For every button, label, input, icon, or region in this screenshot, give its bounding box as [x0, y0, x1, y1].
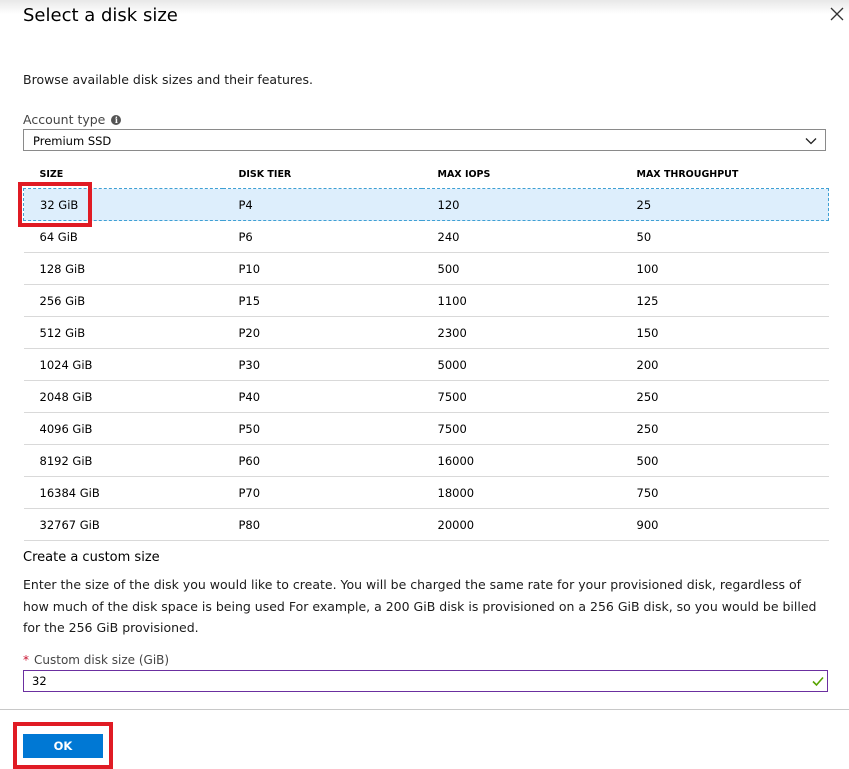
cell-disk-tier: P70 — [222, 476, 422, 509]
cell-size: 2048 GiB — [23, 380, 223, 413]
column-header-max-throughput: MAX THROUGHPUT — [636, 169, 739, 180]
cell-max-throughput: 100 — [620, 252, 829, 285]
table-row[interactable]: 1024 GiB P30 5000 200 — [23, 348, 829, 381]
column-header-size: SIZE — [39, 169, 64, 180]
account-type-select[interactable]: Premium SSD — [23, 129, 826, 151]
cell-size: 16384 GiB — [23, 476, 223, 509]
custom-disk-size-input[interactable] — [23, 670, 828, 692]
table-row[interactable]: 2048 GiB P40 7500 250 — [23, 380, 829, 413]
custom-disk-size-label: * Custom disk size (GiB) — [23, 653, 169, 667]
table-header-row: SIZE DISK TIER MAX IOPS MAX THROUGHPUT — [24, 161, 829, 189]
checkmark-icon — [812, 676, 824, 687]
cell-disk-tier: P4 — [222, 188, 422, 221]
account-type-label: Account type i — [23, 112, 122, 127]
account-type-value: Premium SSD — [33, 134, 112, 148]
cell-size: 64 GiB — [23, 220, 223, 253]
table-row[interactable]: 32 GiB P4 120 25 — [23, 188, 829, 221]
cell-size: 256 GiB — [23, 284, 223, 317]
dialog-title: Select a disk size — [23, 5, 178, 26]
cell-max-iops: 120 — [421, 188, 621, 221]
cell-max-iops: 2300 — [421, 316, 621, 349]
cell-max-iops: 20000 — [421, 508, 621, 541]
cell-disk-tier: P20 — [222, 316, 422, 349]
cell-max-throughput: 50 — [620, 220, 829, 253]
cell-size: 8192 GiB — [23, 444, 223, 477]
account-type-label-text: Account type — [23, 112, 106, 127]
cell-max-iops: 18000 — [421, 476, 621, 509]
cell-max-throughput: 200 — [620, 348, 829, 381]
dialog-description: Browse available disk sizes and their fe… — [23, 72, 313, 87]
cell-disk-tier: P6 — [222, 220, 422, 253]
cell-max-throughput: 150 — [620, 316, 829, 349]
cell-max-throughput: 125 — [620, 284, 829, 317]
custom-disk-size-label-text: Custom disk size (GiB) — [34, 653, 170, 667]
info-icon[interactable]: i — [111, 114, 122, 125]
custom-size-title: Create a custom size — [23, 550, 160, 565]
close-icon[interactable] — [829, 6, 845, 22]
cell-size: 32767 GiB — [23, 508, 223, 541]
footer-divider — [0, 709, 849, 710]
table-row[interactable]: 256 GiB P15 1100 125 — [23, 284, 829, 317]
column-header-disk-tier: DISK TIER — [238, 169, 292, 180]
column-header-max-iops: MAX IOPS — [437, 169, 491, 180]
cell-max-throughput: 750 — [620, 476, 829, 509]
table-row[interactable]: 128 GiB P10 500 100 — [23, 252, 829, 285]
table-row[interactable]: 8192 GiB P60 16000 500 — [23, 444, 829, 477]
cell-max-iops: 5000 — [421, 348, 621, 381]
cell-disk-tier: P30 — [222, 348, 422, 381]
table-row[interactable]: 4096 GiB P50 7500 250 — [23, 412, 829, 445]
cell-size: 128 GiB — [23, 252, 223, 285]
table-row[interactable]: 512 GiB P20 2300 150 — [23, 316, 829, 349]
cell-max-iops: 500 — [421, 252, 621, 285]
table-row[interactable]: 32767 GiB P80 20000 900 — [23, 508, 829, 541]
cell-disk-tier: P40 — [222, 380, 422, 413]
table-row[interactable]: 16384 GiB P70 18000 750 — [23, 476, 829, 509]
cell-max-throughput: 250 — [620, 380, 829, 413]
cell-max-throughput: 500 — [620, 444, 829, 477]
cell-disk-tier: P15 — [222, 284, 422, 317]
cell-max-throughput: 900 — [620, 508, 829, 541]
cell-disk-tier: P50 — [222, 412, 422, 445]
required-marker: * — [23, 653, 29, 667]
cell-size: 32 GiB — [23, 188, 223, 221]
ok-button[interactable]: OK — [23, 734, 103, 758]
cell-size: 1024 GiB — [23, 348, 223, 381]
cell-size: 4096 GiB — [23, 412, 223, 445]
cell-disk-tier: P60 — [222, 444, 422, 477]
disk-size-table: SIZE DISK TIER MAX IOPS MAX THROUGHPUT 3… — [23, 161, 829, 541]
cell-size: 512 GiB — [23, 316, 223, 349]
cell-disk-tier: P10 — [222, 252, 422, 285]
cell-max-iops: 16000 — [421, 444, 621, 477]
cell-max-throughput: 25 — [620, 188, 829, 221]
custom-size-description: Enter the size of the disk you would lik… — [23, 577, 817, 635]
cell-max-iops: 7500 — [421, 412, 621, 445]
table-row[interactable]: 64 GiB P6 240 50 — [23, 220, 829, 253]
cell-max-iops: 1100 — [421, 284, 621, 317]
chevron-down-icon — [805, 138, 817, 145]
cell-max-iops: 240 — [421, 220, 621, 253]
cell-max-iops: 7500 — [421, 380, 621, 413]
cell-max-throughput: 250 — [620, 412, 829, 445]
cell-disk-tier: P80 — [222, 508, 422, 541]
